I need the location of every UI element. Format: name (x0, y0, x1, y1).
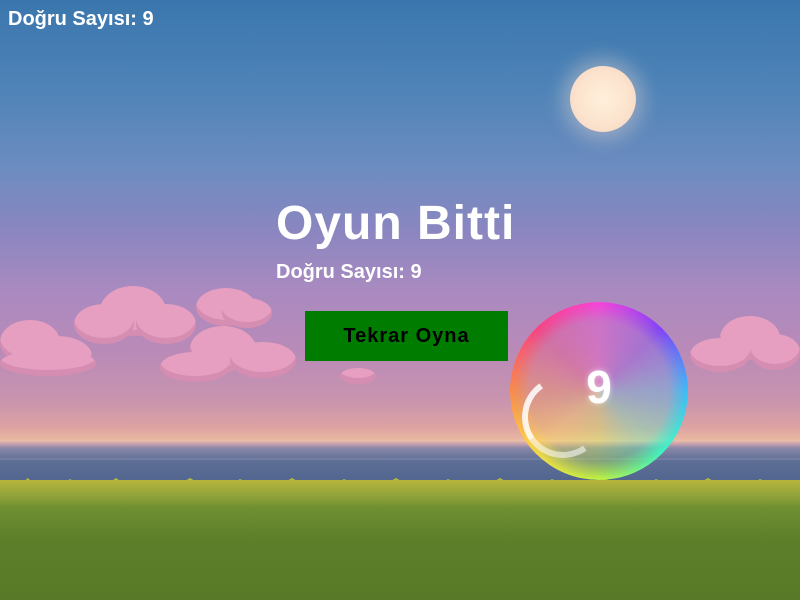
play-again-button[interactable]: Tekrar Oyna (305, 311, 508, 361)
sun-icon (570, 66, 636, 132)
cloud-lower-center (160, 326, 310, 386)
game-over-title: Oyun Bitti (276, 197, 516, 250)
cloud-small-mid (340, 368, 380, 386)
game-scene: 9 Doğru Sayısı: 9 Oyun Bitti Doğru Sayıs… (0, 0, 800, 600)
cloud-center (196, 284, 276, 330)
bubble-number: 9 (586, 361, 612, 413)
cloud-right (690, 316, 800, 376)
score-counter: Doğru Sayısı: 9 (8, 8, 154, 30)
final-score: Doğru Sayısı: 9 (276, 261, 422, 283)
grass-field (0, 480, 800, 600)
